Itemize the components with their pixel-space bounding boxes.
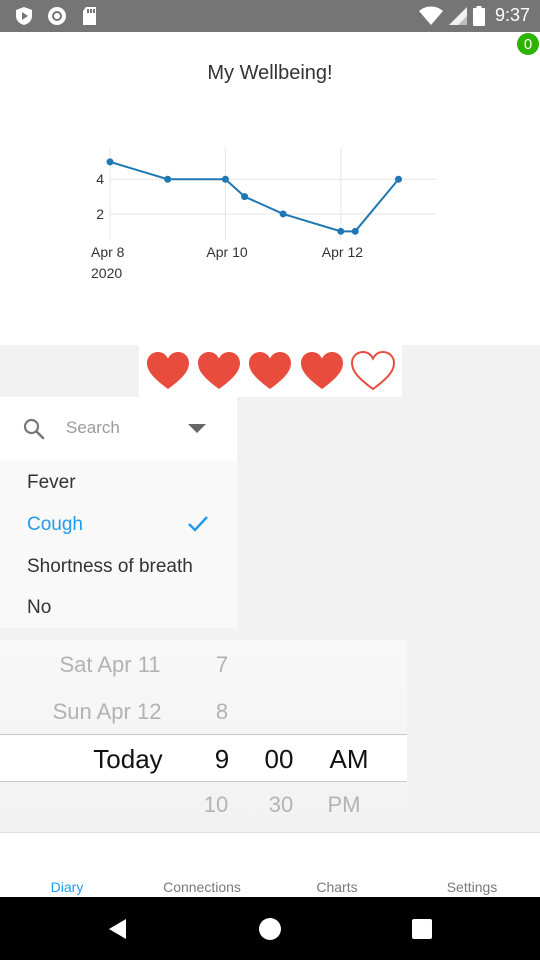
status-bar: 9:37 (0, 0, 540, 32)
picker-hour-option[interactable]: 8 (202, 699, 242, 725)
x-tick-label: Apr 10 (206, 244, 247, 260)
tab-charts[interactable]: Charts (272, 879, 402, 895)
y-tick-label: 4 (96, 171, 104, 187)
picker-divider-bottom (0, 781, 407, 782)
picker-hour-selected[interactable]: 9 (202, 744, 242, 775)
system-navigation-bar (0, 897, 540, 960)
tab-diary[interactable]: Diary (2, 879, 132, 895)
data-point (106, 158, 114, 166)
symptom-item-shortness-of-breath[interactable]: Shortness of breath (27, 556, 193, 578)
search-input[interactable]: Search (66, 418, 120, 438)
notification-badge[interactable]: 0 (517, 33, 539, 55)
x-tick-year-label: 2020 (91, 265, 122, 281)
data-point (337, 227, 345, 235)
heart-filled-icon[interactable] (196, 350, 242, 392)
heart-outline-icon[interactable] (350, 350, 396, 392)
wellbeing-line-chart: 2 4 Apr 8 2020 Apr 10 Apr 12 (91, 148, 436, 281)
picker-date-selected[interactable]: Today (58, 744, 198, 775)
symptom-search-bar[interactable]: Search (0, 397, 237, 461)
y-tick-label: 2 (96, 206, 104, 222)
picker-hour-option[interactable]: 10 (196, 792, 236, 818)
bottom-tab-bar: Diary Connections Charts Settings (0, 832, 540, 897)
wellbeing-rating[interactable] (139, 345, 402, 397)
data-point (279, 210, 287, 218)
dropdown-arrow-icon[interactable] (188, 424, 206, 433)
x-tick-label: Apr 12 (322, 244, 363, 260)
tab-settings[interactable]: Settings (407, 879, 537, 895)
picker-period-selected[interactable]: AM (322, 744, 376, 775)
picker-hour-option[interactable]: 7 (202, 652, 242, 678)
picker-minute-option[interactable]: 30 (258, 792, 304, 818)
record-icon (48, 7, 66, 25)
series-line (109, 160, 400, 233)
symptom-item-fever[interactable]: Fever (27, 472, 76, 494)
date-time-picker[interactable]: Sat Apr 11 Sun Apr 12 Today 7 8 9 10 00 … (0, 640, 407, 831)
picker-date-option[interactable]: Sun Apr 12 (37, 699, 177, 725)
tab-connections[interactable]: Connections (137, 879, 267, 895)
data-point (394, 175, 402, 183)
checkmark-icon (188, 516, 208, 532)
data-point (241, 193, 249, 201)
symptom-item-no[interactable]: No (27, 597, 51, 619)
x-tick-label: Apr 8 (91, 244, 125, 260)
data-point (351, 227, 359, 235)
picker-minute-selected[interactable]: 00 (256, 744, 302, 775)
picker-period-option[interactable]: PM (317, 792, 371, 818)
data-point (164, 175, 172, 183)
chart-title: My Wellbeing! (207, 62, 333, 84)
recents-icon[interactable] (410, 917, 434, 941)
sd-card-icon (83, 7, 96, 25)
play-shield-icon (16, 7, 32, 25)
signal-icon (448, 6, 467, 25)
clock: 9:37 (494, 5, 530, 25)
back-icon[interactable] (106, 917, 130, 941)
picker-date-option[interactable]: Sat Apr 11 (40, 652, 180, 678)
heart-filled-icon[interactable] (299, 350, 345, 392)
app-root: 9:37 0 My Wellbeing! 2 4 Apr 8 2020 Apr 10 Ap… (0, 0, 540, 960)
wifi-icon (418, 6, 443, 25)
search-icon (23, 418, 45, 440)
battery-icon (472, 5, 485, 26)
data-point (221, 175, 229, 183)
symptom-item-cough[interactable]: Cough (27, 514, 83, 536)
heart-filled-icon[interactable] (247, 350, 293, 392)
picker-divider-top (0, 734, 407, 735)
home-icon[interactable] (258, 917, 282, 941)
heart-filled-icon[interactable] (145, 350, 191, 392)
